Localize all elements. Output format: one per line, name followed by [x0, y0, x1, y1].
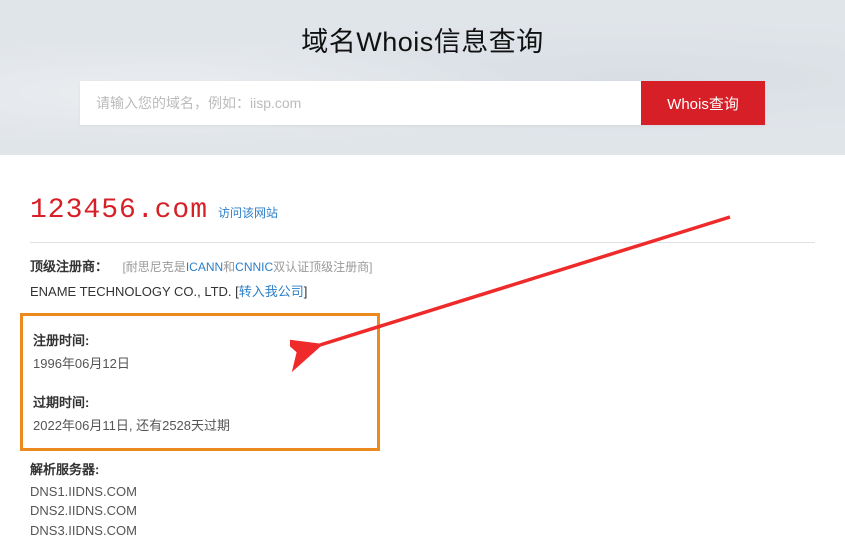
- registrar-note: [耐思尼克是ICANN和CNNIC双认证顶级注册商]: [122, 260, 372, 274]
- registrar-company-row: ENAME TECHNOLOGY CO., LTD. [转入我公司]: [30, 282, 815, 303]
- hero-section: 域名Whois信息查询 Whois查询: [0, 0, 845, 155]
- registration-date-value: 1996年06月12日: [33, 353, 367, 372]
- dns-item: DNS3.IIDNS.COM: [30, 521, 815, 540]
- note-suffix: 双认证顶级注册商]: [273, 260, 372, 274]
- note-and: 和: [223, 260, 235, 274]
- dns-item: DNS1.IIDNS.COM: [30, 482, 815, 502]
- registrar-company: ENAME TECHNOLOGY CO., LTD. [: [30, 284, 239, 299]
- transfer-link[interactable]: 转入我公司: [239, 284, 304, 299]
- domain-name: 123456.com: [30, 195, 208, 226]
- search-bar: Whois查询: [80, 81, 765, 125]
- registrar-row: 顶级注册商： [耐思尼克是ICANN和CNNIC双认证顶级注册商]: [30, 257, 815, 278]
- dates-highlight-box: 注册时间: 1996年06月12日 过期时间: 2022年06月11日, 还有2…: [20, 313, 380, 451]
- dns-label: 解析服务器:: [30, 459, 815, 478]
- registration-date-label: 注册时间:: [33, 330, 367, 349]
- registration-date-group: 注册时间: 1996年06月12日: [33, 330, 367, 372]
- result-content: 123456.com 访问该网站 顶级注册商： [耐思尼克是ICANN和CNNI…: [0, 155, 845, 540]
- domain-input[interactable]: [80, 81, 641, 125]
- domain-line: 123456.com 访问该网站: [30, 195, 815, 226]
- registrar-company-close: ]: [304, 284, 308, 299]
- registrar-label: 顶级注册商：: [30, 259, 108, 274]
- icann-link[interactable]: ICANN: [186, 260, 223, 274]
- cnnic-link[interactable]: CNNIC: [235, 260, 273, 274]
- whois-search-button[interactable]: Whois查询: [641, 81, 765, 125]
- expiration-date-value: 2022年06月11日, 还有2528天过期: [33, 415, 367, 434]
- expiration-date-group: 过期时间: 2022年06月11日, 还有2528天过期: [33, 392, 367, 434]
- note-prefix: [耐思尼克是: [122, 260, 185, 274]
- page-title: 域名Whois信息查询: [0, 20, 845, 59]
- dns-block: 解析服务器: DNS1.IIDNS.COM DNS2.IIDNS.COM DNS…: [30, 459, 815, 540]
- dns-item: DNS2.IIDNS.COM: [30, 501, 815, 521]
- visit-site-link[interactable]: 访问该网站: [218, 204, 278, 221]
- divider: [30, 242, 815, 243]
- expiration-date-label: 过期时间:: [33, 392, 367, 411]
